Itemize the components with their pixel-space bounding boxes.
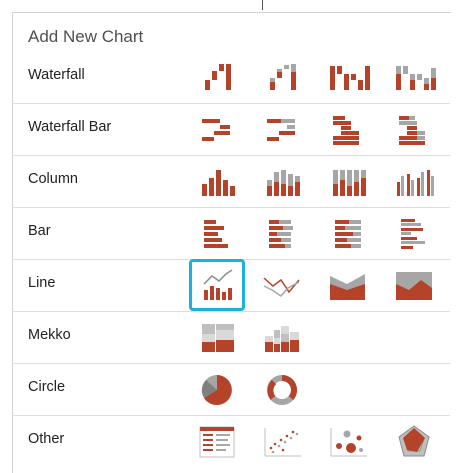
waterfall-bar-stacked-icon[interactable]	[257, 110, 307, 150]
doughnut-chart-icon[interactable]	[257, 370, 307, 410]
table-chart-icon[interactable]	[192, 422, 242, 462]
column-grouped-icon[interactable]	[389, 162, 439, 202]
panel-title: Add New Chart	[28, 27, 144, 46]
waterfall-bar-standard-icon[interactable]	[192, 110, 242, 150]
waterfall-bar-up-down-icon[interactable]	[323, 110, 373, 150]
bar-grouped-icon[interactable]	[389, 214, 439, 254]
area-chart-icon[interactable]	[323, 266, 373, 306]
row-circle: Circle	[12, 364, 450, 416]
waterfall-up-down-stacked-icon[interactable]	[389, 58, 439, 98]
row-label-waterfall-bar: Waterfall Bar	[28, 119, 112, 135]
mekko-units-icon[interactable]	[257, 318, 307, 358]
row-label-line: Line	[28, 275, 56, 291]
row-label-waterfall: Waterfall	[28, 67, 85, 83]
row-line: Line	[12, 259, 450, 312]
scatter-chart-icon[interactable]	[257, 422, 307, 462]
bar-stacked-icon[interactable]	[257, 214, 307, 254]
row-label-other: Other	[28, 431, 65, 447]
radar-chart-icon[interactable]	[389, 422, 439, 462]
row-bar: Bar	[12, 208, 450, 260]
row-mekko: Mekko	[12, 312, 450, 364]
bar-100-percent-icon[interactable]	[323, 214, 373, 254]
bubble-chart-icon[interactable]	[323, 422, 373, 462]
column-clustered-icon[interactable]	[192, 162, 242, 202]
row-label-circle: Circle	[28, 379, 66, 395]
waterfall-up-down-icon[interactable]	[323, 58, 373, 98]
row-label-mekko: Mekko	[28, 327, 71, 343]
waterfall-bar-up-down-stacked-icon[interactable]	[389, 110, 439, 150]
pie-chart-icon[interactable]	[192, 370, 242, 410]
row-label-column: Column	[28, 171, 78, 187]
top-edge-line	[262, 0, 263, 10]
row-label-bar: Bar	[28, 223, 51, 239]
area-100-percent-icon[interactable]	[389, 266, 439, 306]
line-column-combo-icon[interactable]	[192, 266, 242, 306]
row-other: Other	[12, 416, 450, 468]
waterfall-stacked-icon[interactable]	[257, 58, 307, 98]
column-stacked-icon[interactable]	[257, 162, 307, 202]
line-chart-icon[interactable]	[257, 266, 307, 306]
row-waterfall-bar: Waterfall Bar	[12, 104, 450, 156]
row-column: Column	[12, 156, 450, 208]
row-waterfall: Waterfall	[12, 52, 450, 104]
waterfall-standard-icon[interactable]	[192, 58, 242, 98]
column-100-percent-icon[interactable]	[323, 162, 373, 202]
mekko-percent-icon[interactable]	[192, 318, 242, 358]
bar-clustered-icon[interactable]	[192, 214, 242, 254]
